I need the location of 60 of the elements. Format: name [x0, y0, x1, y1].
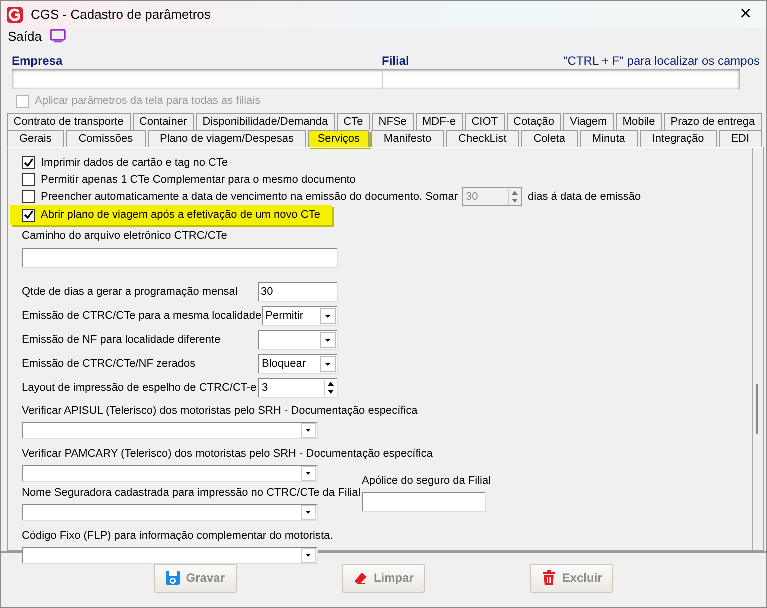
trash-icon — [541, 570, 558, 586]
company-label: Empresa — [12, 54, 64, 68]
checkbox[interactable] — [22, 156, 35, 169]
eraser-icon — [352, 570, 369, 586]
field-label: Código Fixo (FLP) para informação complementar do motorista. — [22, 529, 334, 544]
dropdown[interactable]: Permitir — [262, 306, 338, 326]
field-label: Nome Seguradora cadastrada para impressão no CTRC/CTe da Filial — [22, 486, 361, 501]
checkbox-label: Permitir apenas 1 CTe Complementar para o mesmo documento — [41, 174, 356, 186]
tab[interactable]: Coleta — [521, 130, 578, 147]
tab[interactable]: CIOT — [464, 113, 505, 130]
field-label: Verificar PAMCARY (Telerisco) dos motoristas pelo SRH - Documentação específica — [22, 447, 433, 462]
field-label: Emissão de CTRC/CTe para a mesma localidade — [22, 310, 262, 322]
tab[interactable]: Gerais — [7, 130, 64, 147]
checkbox[interactable] — [22, 208, 35, 222]
tab[interactable]: NFSe — [372, 113, 414, 130]
tab[interactable]: CTe — [336, 113, 370, 130]
close-button[interactable]: × — [726, 2, 766, 28]
scrollbar-thumb[interactable] — [756, 384, 758, 434]
checkbox-label: Aplicar parâmetros da tela para todas as filiais — [35, 95, 261, 107]
tab[interactable]: Cotação — [506, 113, 562, 130]
text-field[interactable]: 30 — [258, 282, 338, 302]
tab[interactable]: MDF-e — [416, 113, 463, 130]
monitor-icon[interactable] — [50, 29, 66, 43]
checkbox-label: Preencher automaticamente a data de vencimento na emissão do documento. Somar — [41, 190, 458, 202]
field-label: Emissão de NF para localidade diferente — [22, 334, 221, 346]
menu-item[interactable]: Saída — [8, 28, 42, 44]
tab[interactable]: Manifesto — [371, 130, 444, 147]
field-label: Qtde de dias a gerar a programação mensal — [22, 286, 238, 298]
tab[interactable]: CheckList — [446, 130, 520, 147]
tab[interactable]: Integração — [640, 130, 717, 147]
search-hint: "CTRL + F" para localizar os campos — [564, 54, 760, 68]
tab[interactable]: Disponibilidade/Demanda — [196, 113, 335, 130]
policy-field[interactable] — [362, 492, 486, 512]
field-label: Apólice do seguro da Filial — [362, 474, 492, 489]
path-field[interactable] — [22, 248, 338, 268]
field-label: Verificar APISUL (Telerisco) dos motoristas pelo SRH - Documentação específica — [22, 404, 418, 419]
tab[interactable]: Container — [132, 113, 194, 130]
dropdown[interactable]: Bloquear — [258, 354, 338, 374]
tab[interactable]: Mobile — [616, 113, 662, 130]
tab[interactable]: Comissões — [66, 130, 146, 147]
app-logo-icon — [7, 6, 23, 22]
checkbox[interactable] — [22, 190, 35, 203]
suffix-label: dias á data de emissão — [528, 190, 642, 202]
tab[interactable]: Viagem — [563, 113, 614, 130]
checkbox[interactable] — [22, 173, 35, 186]
tab[interactable]: EDI — [718, 130, 762, 147]
tab[interactable]: Serviços — [308, 130, 370, 147]
tab[interactable]: Minuta — [580, 130, 638, 147]
branch-label: Filial — [382, 54, 410, 68]
field-label: Caminho do arquivo eletrônico CTRC/CTe — [22, 229, 228, 244]
spin-arrows-icon[interactable] — [324, 380, 337, 396]
field-label: Emissão de CTRC/CTe/NF zerados — [22, 358, 196, 370]
tab[interactable]: Plano de viagem/Despesas — [148, 130, 306, 147]
checkbox-label: Abrir plano de viagem após a efetivação de um novo CTe — [41, 209, 320, 221]
field-label: Layout de impressão de espelho de CTRC/CT-e — [22, 382, 257, 394]
tab[interactable]: Prazo de entrega — [664, 113, 762, 130]
tab[interactable]: Contrato de transporte — [7, 113, 131, 130]
spin-field[interactable]: 3 — [258, 378, 338, 398]
checkbox-label: Imprimir dados de cartão e tag no CTe — [41, 156, 228, 168]
window-title: CGS - Cadastro de parâmetros — [31, 7, 212, 22]
